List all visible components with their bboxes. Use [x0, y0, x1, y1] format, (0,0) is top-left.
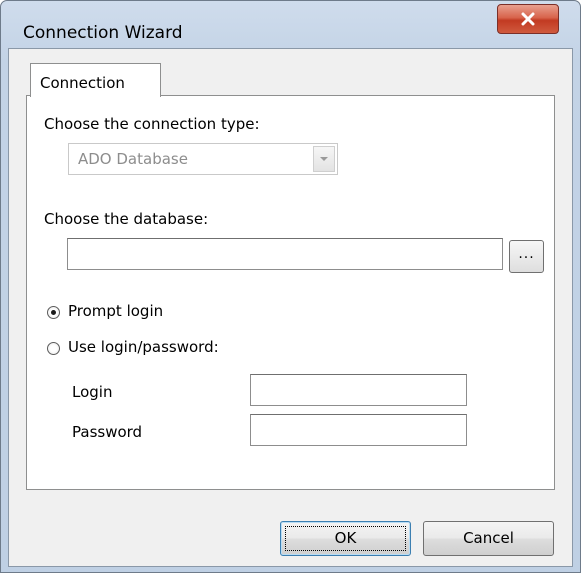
close-icon — [521, 12, 535, 26]
use-login-password-label[interactable]: Use login/password: — [68, 338, 219, 356]
window-title: Connection Wizard — [23, 23, 183, 43]
password-input[interactable] — [250, 414, 467, 446]
cancel-button-label: Cancel — [463, 529, 514, 547]
tab-connection-label: Connection — [40, 74, 125, 92]
connection-type-value: ADO Database — [78, 150, 188, 168]
database-label: Choose the database: — [44, 210, 209, 228]
prompt-login-radio[interactable] — [47, 306, 60, 319]
focus-rect — [285, 526, 406, 551]
cancel-button[interactable]: Cancel — [423, 521, 554, 556]
database-path-input[interactable] — [67, 238, 503, 270]
login-input[interactable] — [250, 374, 467, 406]
login-label: Login — [72, 383, 113, 401]
connection-type-label: Choose the connection type: — [44, 115, 260, 133]
connection-type-dropdown-button[interactable] — [313, 146, 335, 172]
use-login-password-radio[interactable] — [47, 342, 60, 355]
ok-button[interactable]: OK — [280, 521, 411, 556]
prompt-login-label[interactable]: Prompt login — [68, 302, 163, 320]
connection-type-select[interactable]: ADO Database — [68, 143, 338, 175]
browse-database-button[interactable]: ... — [509, 240, 544, 273]
chevron-down-icon — [320, 157, 328, 161]
tab-connection[interactable]: Connection — [30, 63, 161, 97]
password-label: Password — [72, 423, 143, 441]
radio-selected-dot — [51, 310, 56, 315]
close-button[interactable] — [497, 4, 559, 34]
